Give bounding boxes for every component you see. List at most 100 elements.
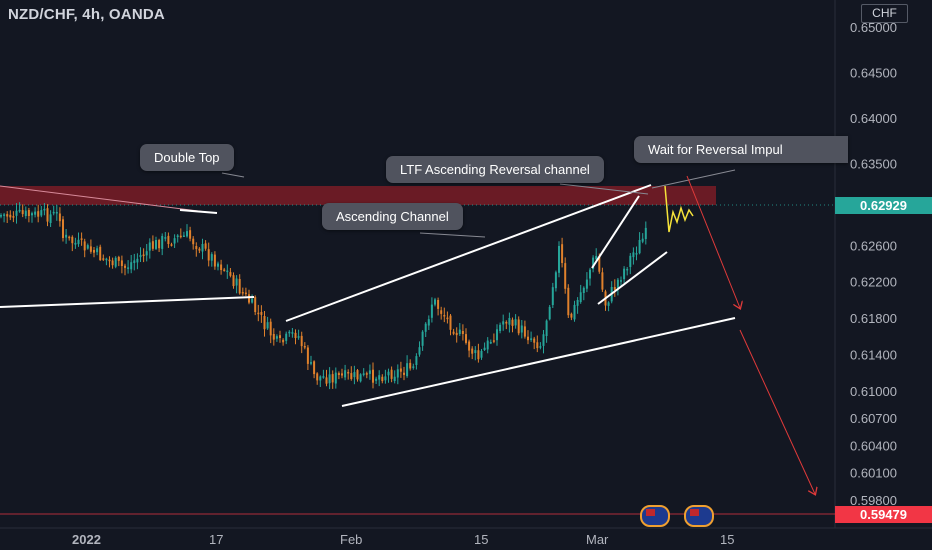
- candle-body: [520, 325, 523, 333]
- date-label-15-feb: 15: [474, 532, 488, 547]
- candle-body: [406, 363, 409, 377]
- candle-body: [300, 335, 303, 347]
- candle-body: [3, 214, 6, 216]
- candle-body: [12, 216, 15, 218]
- candle-body: [412, 366, 415, 368]
- symbol-title: NZD/CHF, 4h, OANDA: [8, 6, 165, 23]
- candle-body: [601, 272, 604, 290]
- candle-body: [511, 319, 514, 326]
- candle-body: [288, 331, 291, 334]
- candle-body: [313, 361, 316, 375]
- candle-body: [310, 362, 312, 364]
- candle-body: [201, 244, 204, 252]
- candle-body: [368, 370, 371, 374]
- candle-body: [24, 210, 27, 216]
- candle-body: [390, 369, 393, 379]
- candle-body: [489, 342, 492, 344]
- candle-body: [613, 287, 616, 290]
- price-axis-label: 0.60100: [850, 466, 897, 481]
- chart-canvas[interactable]: 0.650000.645000.640000.635000.626000.622…: [0, 0, 932, 550]
- candle-body: [539, 346, 542, 348]
- candle-body: [99, 246, 102, 260]
- candle-body: [151, 241, 154, 249]
- candle-body: [579, 292, 582, 302]
- candle-body: [328, 374, 331, 384]
- candle-body: [530, 338, 533, 340]
- candle-body: [279, 335, 281, 338]
- ltf-channel-callout[interactable]: LTF Ascending Reversal channel: [386, 156, 604, 183]
- candle-body: [644, 227, 647, 239]
- candle-body: [96, 248, 99, 253]
- price-axis-label: 0.63500: [850, 156, 897, 171]
- candle-body: [285, 333, 288, 341]
- nz-flag-icon[interactable]: [640, 505, 670, 527]
- candle-body: [443, 315, 446, 317]
- candle-body: [232, 275, 235, 287]
- candle-body: [551, 287, 554, 305]
- candle-body: [83, 241, 86, 251]
- candle-body: [620, 280, 622, 282]
- candle-body: [446, 317, 449, 320]
- candle-body: [365, 373, 368, 375]
- candle-body: [105, 258, 108, 261]
- candle-body: [505, 322, 508, 324]
- candle-body: [319, 376, 322, 381]
- nz-flag-icon[interactable]: [684, 505, 714, 527]
- candle-body: [117, 257, 120, 261]
- candle-body: [15, 210, 18, 216]
- candle-body: [480, 350, 483, 358]
- candle-body: [585, 279, 588, 289]
- candle-body: [424, 323, 427, 332]
- candle-body: [458, 329, 461, 335]
- date-label-15-mar: 15: [720, 532, 734, 547]
- candle-body: [133, 260, 136, 263]
- double-top-callout[interactable]: Double Top: [140, 144, 234, 171]
- candle-body: [0, 215, 2, 217]
- candle-body: [387, 371, 390, 376]
- target-price-tag: 0.59479: [835, 506, 932, 523]
- candle-body: [62, 219, 64, 238]
- price-axis-label: 0.60700: [850, 411, 897, 426]
- candle-body: [186, 231, 188, 237]
- candle-body: [77, 239, 80, 245]
- ascending-channel-callout[interactable]: Ascending Channel: [322, 203, 463, 230]
- candle-body: [238, 279, 241, 294]
- wait-reversal-callout[interactable]: Wait for Reversal Impul: [634, 136, 848, 163]
- candle-body: [297, 336, 300, 338]
- candle-body: [272, 334, 275, 340]
- candle-body: [86, 245, 89, 249]
- candle-body: [260, 312, 263, 315]
- candle-body: [294, 332, 297, 338]
- candle-body: [34, 211, 37, 215]
- candle-body: [461, 331, 464, 334]
- candle-body: [452, 331, 455, 334]
- candle-body: [40, 210, 43, 216]
- candle-body: [182, 235, 185, 237]
- candle-body: [465, 334, 467, 343]
- currency-label[interactable]: CHF: [861, 4, 908, 23]
- candle-body: [375, 378, 378, 381]
- candle-body: [378, 375, 381, 380]
- candle-body: [46, 208, 49, 222]
- candle-body: [641, 238, 644, 242]
- candle-body: [210, 254, 213, 261]
- candle-body: [421, 331, 424, 346]
- date-label-feb: Feb: [340, 532, 362, 547]
- candle-body: [192, 238, 195, 245]
- candle-body: [393, 376, 396, 381]
- candle-body: [527, 336, 529, 341]
- candle-body: [207, 249, 210, 261]
- current-price-tag: 0.62929: [835, 197, 932, 214]
- candle-body: [536, 342, 539, 349]
- candle-body: [68, 236, 71, 239]
- candle-body: [492, 340, 495, 342]
- candle-body: [71, 236, 74, 244]
- candle-body: [468, 341, 471, 351]
- candle-body: [108, 259, 111, 262]
- candle-body: [223, 269, 226, 271]
- candle-body: [403, 372, 405, 375]
- candle-body: [486, 340, 489, 350]
- candle-body: [455, 332, 458, 336]
- candle-body: [564, 263, 567, 289]
- candle-body: [204, 243, 207, 249]
